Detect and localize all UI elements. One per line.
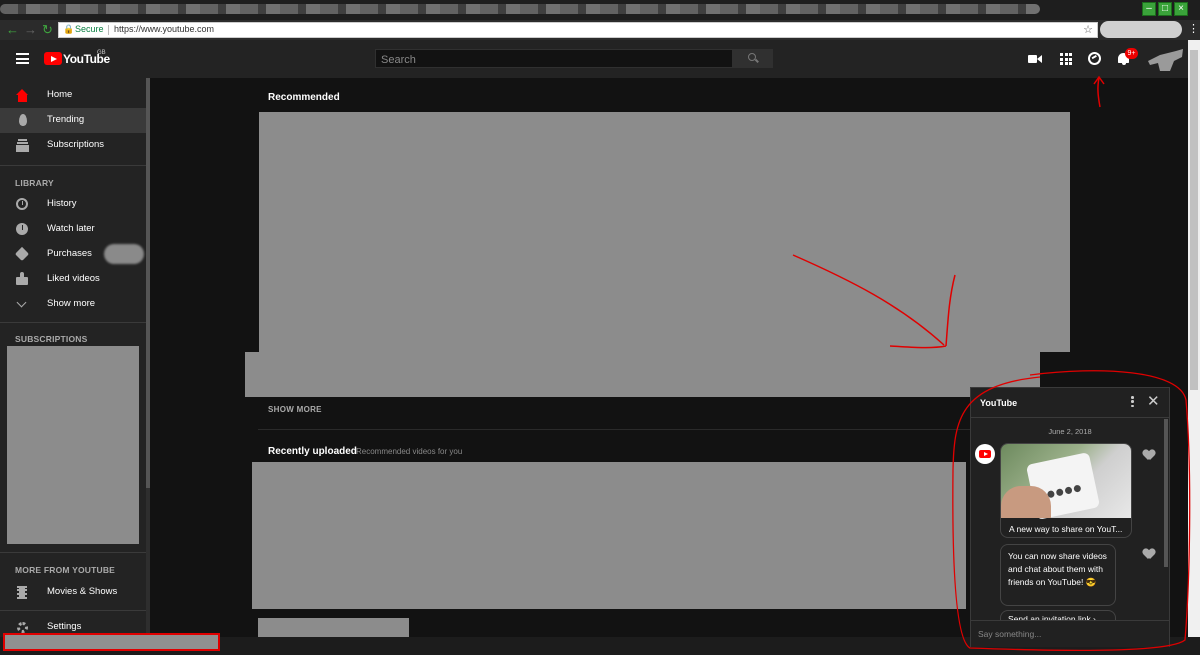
divider [108, 25, 109, 35]
redacted-recent-videos [252, 462, 966, 609]
browser-menu-icon[interactable]: ⋮ [1188, 22, 1199, 35]
chat-header: YouTube ✕ [971, 388, 1169, 418]
tag-icon [14, 246, 30, 262]
redacted-subscriptions-list [7, 346, 139, 544]
divider [258, 429, 1070, 430]
chevron-down-icon [16, 297, 29, 311]
recently-uploaded-title[interactable]: Recently uploaded [268, 446, 357, 457]
page-scrollbar[interactable] [1188, 40, 1200, 655]
apps-grid-icon[interactable] [1059, 52, 1073, 66]
video-thumbnail [1001, 444, 1131, 521]
watch-later-icon [16, 223, 29, 236]
annotation-highlight-box [3, 633, 220, 651]
notification-badge: 9+ [1125, 48, 1138, 59]
sidebar-item-show-more[interactable]: Show more [0, 292, 146, 317]
maximize-button[interactable]: □ [1158, 2, 1172, 16]
message-input[interactable] [971, 621, 1169, 647]
recently-uploaded-subtitle: Recommended videos for you [356, 447, 463, 456]
search-input[interactable] [376, 51, 732, 69]
sidebar-item-label: Purchases [47, 248, 92, 259]
recommended-title[interactable]: Recommended [268, 92, 340, 103]
sidebar-item-watch-later[interactable]: Watch later [0, 217, 146, 242]
reload-icon[interactable]: ↻ [42, 22, 53, 38]
home-icon [16, 89, 29, 102]
more-options-icon[interactable] [1131, 396, 1135, 410]
video-caption: A new way to share on YouT... [1009, 524, 1123, 534]
more-from-youtube-heading: MORE FROM YOUTUBE [15, 565, 116, 575]
chat-scrollbar[interactable] [1164, 419, 1168, 567]
lock-icon: 🔒 [63, 24, 75, 34]
minimize-button[interactable]: – [1142, 2, 1156, 16]
browser-tabstrip: – □ × [0, 0, 1200, 20]
secure-label: Secure [75, 24, 104, 34]
hamburger-menu-icon[interactable] [16, 53, 29, 64]
sidebar-item-label: Settings [47, 621, 82, 632]
sidebar-item-label: Liked videos [47, 273, 100, 284]
forward-icon[interactable]: → [24, 22, 37, 38]
chat-input-bar [971, 620, 1169, 647]
redacted-tabs [0, 4, 1040, 14]
thumbs-up-icon [16, 272, 29, 286]
sidebar-item-subscriptions[interactable]: Subscriptions [0, 133, 146, 158]
search-button[interactable] [733, 49, 773, 68]
redacted-recommended-videos [259, 112, 1070, 352]
sidebar-item-trending[interactable]: Trending [0, 108, 146, 133]
sidebar-item-label: Show more [47, 298, 96, 309]
heart-icon[interactable] [1143, 450, 1155, 461]
sidebar-item-home[interactable]: Home [0, 83, 146, 108]
shared-video-card[interactable]: A new way to share on YouT... [1000, 443, 1132, 538]
search-icon [748, 53, 756, 61]
sidebar-item-label: Subscriptions [47, 139, 105, 150]
youtube-logo-icon[interactable] [44, 52, 62, 65]
subscriptions-heading: SUBSCRIPTIONS [15, 334, 88, 344]
sidebar-item-history[interactable]: History [0, 192, 146, 217]
sidebar-item-label: Home [47, 89, 73, 100]
subscriptions-icon [16, 139, 29, 152]
divider [0, 322, 146, 323]
divider [0, 610, 146, 611]
address-bar[interactable]: 🔒 Secure https://www.youtube.com ☆ [58, 22, 1098, 38]
heart-icon[interactable] [1143, 549, 1155, 560]
redacted-purchases-count [104, 244, 144, 264]
avatar[interactable] [1146, 47, 1184, 73]
upload-video-icon[interactable] [1028, 52, 1042, 66]
divider [0, 552, 146, 553]
back-icon[interactable]: ← [6, 22, 19, 38]
search-box[interactable] [375, 49, 733, 69]
share-messages-icon[interactable] [1088, 52, 1102, 66]
redacted-recommended-videos [245, 352, 1040, 397]
history-icon [16, 198, 29, 211]
region-code: GB [97, 50, 106, 56]
flame-icon [16, 114, 29, 127]
message-bubble: You can now share videos and chat about … [1000, 544, 1116, 606]
library-heading: LIBRARY [15, 178, 54, 188]
close-icon[interactable]: ✕ [1147, 394, 1160, 409]
film-icon [16, 586, 29, 599]
chat-date: June 2, 2018 [1048, 427, 1092, 436]
sidebar-item-movies-shows[interactable]: Movies & Shows [0, 580, 146, 605]
sidebar-item-label: Movies & Shows [47, 586, 118, 597]
youtube-avatar-icon [975, 444, 995, 464]
sidebar-item-label: Trending [47, 114, 85, 125]
sidebar-item-label: History [47, 198, 77, 209]
sidebar-item-liked-videos[interactable]: Liked videos [0, 267, 146, 292]
bookmark-star-icon[interactable]: ☆ [1083, 23, 1093, 36]
url-text[interactable]: https://www.youtube.com [114, 24, 214, 34]
show-more-button[interactable]: SHOW MORE [268, 405, 322, 414]
chat-title: YouTube [980, 398, 1018, 408]
sidebar-item-label: Watch later [47, 223, 95, 234]
redacted-extensions [1100, 21, 1182, 38]
chat-popup: YouTube ✕ June 2, 2018 A new way to shar… [970, 387, 1170, 647]
divider [0, 165, 146, 166]
close-window-button[interactable]: × [1174, 2, 1188, 16]
